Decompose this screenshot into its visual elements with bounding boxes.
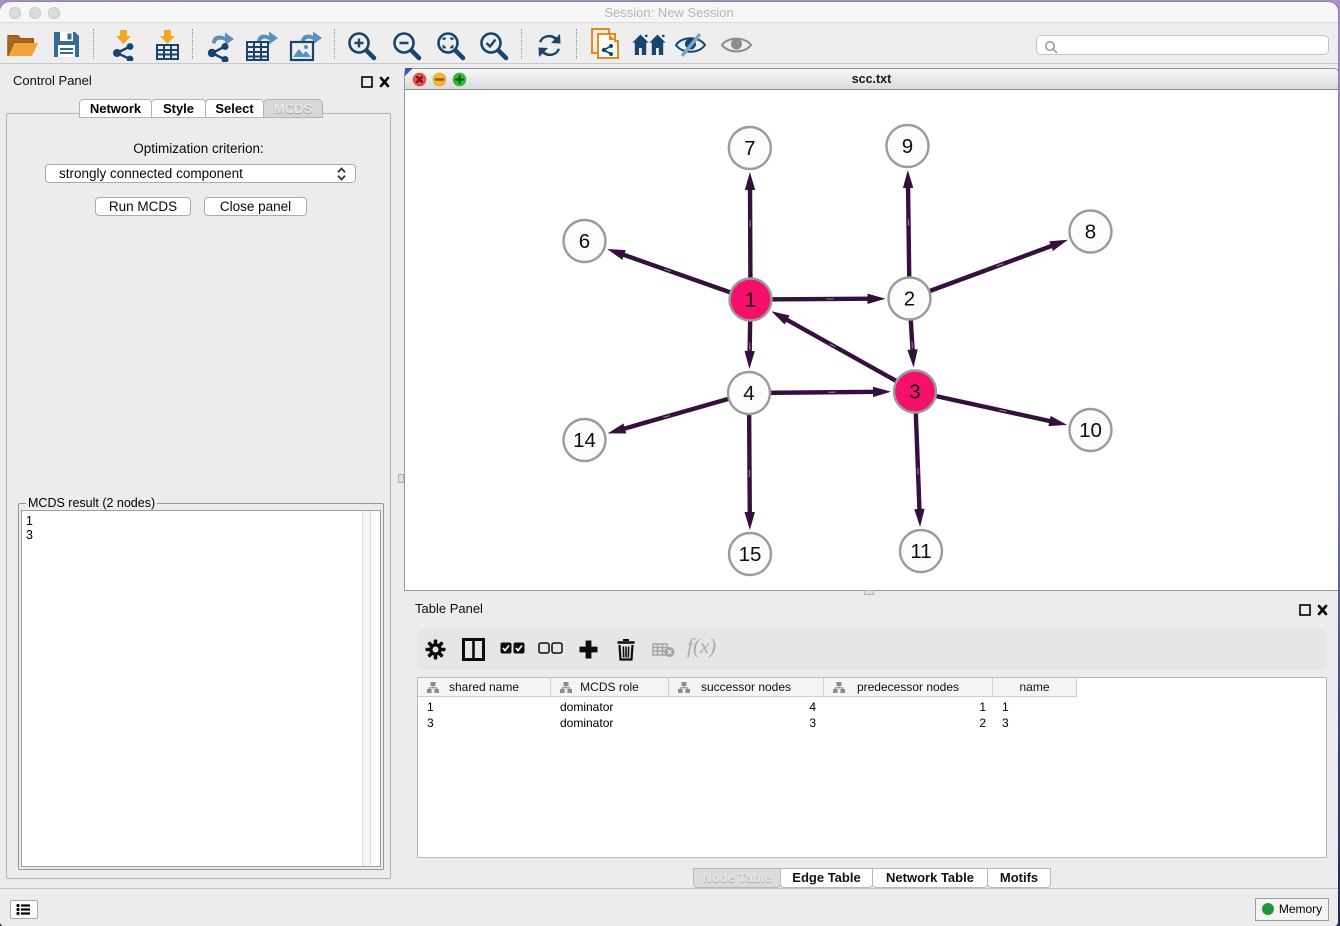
svg-text:4: 4 (743, 382, 754, 405)
svg-text:2: 2 (904, 288, 915, 311)
svg-text:9: 9 (902, 135, 913, 158)
svg-text:15: 15 (739, 543, 762, 566)
svg-text:7: 7 (744, 137, 755, 160)
svg-text:3: 3 (909, 381, 920, 404)
svg-text:14: 14 (573, 429, 596, 452)
svg-text:6: 6 (579, 230, 590, 253)
svg-text:8: 8 (1085, 221, 1096, 244)
svg-text:10: 10 (1079, 419, 1102, 442)
svg-text:11: 11 (910, 540, 931, 563)
svg-text:1: 1 (745, 289, 756, 312)
